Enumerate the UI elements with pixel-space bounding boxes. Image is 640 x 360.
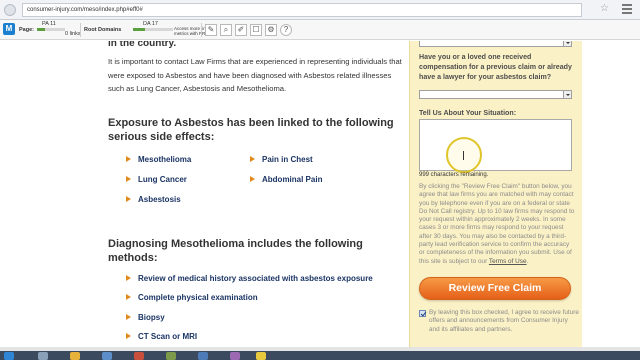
- text-cursor-icon: [463, 151, 464, 160]
- arrow-icon: [250, 176, 255, 182]
- page-links: 0 links: [65, 31, 81, 37]
- chevron-down-icon: [563, 41, 571, 46]
- edit-icon[interactable]: ✐: [235, 24, 247, 36]
- lead-heading: in the country.: [108, 41, 177, 49]
- page-authority-bar: [37, 28, 65, 31]
- terms-link[interactable]: Terms of Use: [489, 258, 527, 265]
- arrow-icon: [126, 196, 131, 202]
- cursor-highlight: [446, 137, 482, 173]
- legal-disclaimer: By clicking the "Review Free Claim" butt…: [419, 183, 575, 265]
- side-effects-heading: Exposure to Asbestos has been linked to …: [108, 117, 394, 143]
- star-icon[interactable]: ☆: [600, 3, 609, 14]
- domain-authority-bar: [133, 28, 173, 31]
- side-effect-item[interactable]: Pain in Chest: [250, 155, 313, 164]
- start-icon[interactable]: [4, 352, 14, 360]
- taskbar-app-icon[interactable]: [102, 352, 112, 360]
- claim-form: Have you or a loved one received compens…: [409, 41, 582, 350]
- page-label: Page:: [19, 27, 34, 33]
- arrow-icon: [126, 314, 131, 320]
- check-icon[interactable]: ☐: [250, 24, 262, 36]
- taskbar-app-icon[interactable]: [166, 352, 176, 360]
- taskbar-app-icon[interactable]: [198, 352, 208, 360]
- address-bar: consumer-injury.com/meso/index.php#eff0#…: [0, 0, 640, 20]
- taskbar: [0, 351, 640, 360]
- menu-icon[interactable]: [622, 4, 632, 14]
- previous-comp-select[interactable]: [419, 90, 572, 99]
- method-item[interactable]: Biopsy: [126, 313, 165, 322]
- method-item[interactable]: Review of medical history associated wit…: [126, 274, 373, 283]
- url-field[interactable]: consumer-injury.com/meso/index.php#eff0#: [22, 3, 582, 17]
- intro-paragraph: It is important to contact Law Firms tha…: [108, 57, 402, 93]
- arrow-icon: [126, 275, 131, 281]
- seo-toolbar: M Page: PA 11 0 links Root Domains DA 17…: [0, 20, 640, 40]
- arrow-icon: [126, 294, 131, 300]
- seo-logo-icon[interactable]: M: [3, 23, 15, 35]
- page-content: in the country. It is important to conta…: [0, 41, 640, 350]
- taskbar-app-icon[interactable]: [70, 352, 80, 360]
- chevron-down-icon: [563, 91, 571, 98]
- optin-text: By leaving this box checked, I agree to …: [429, 309, 579, 333]
- back-icon[interactable]: [4, 4, 16, 16]
- taskbar-app-icon[interactable]: [256, 352, 266, 360]
- diagnosis-heading: Diagnosing Mesothelioma includes the fol…: [108, 238, 363, 264]
- arrow-icon: [250, 156, 255, 162]
- taskbar-app-icon[interactable]: [230, 352, 240, 360]
- taskbar-app-icon[interactable]: [134, 352, 144, 360]
- situation-textarea[interactable]: [419, 119, 572, 173]
- search-icon[interactable]: ⌕: [220, 24, 232, 36]
- optin-checkbox[interactable]: [419, 310, 426, 317]
- settings-icon[interactable]: ⚙: [265, 24, 277, 36]
- page-authority: PA 11: [42, 21, 56, 27]
- taskbar-app-icon[interactable]: [38, 352, 48, 360]
- root-domains-label: Root Domains: [84, 27, 122, 33]
- side-effect-item[interactable]: Lung Cancer: [126, 175, 187, 184]
- review-free-claim-button[interactable]: Review Free Claim: [419, 277, 571, 300]
- method-item[interactable]: CT Scan or MRI: [126, 332, 197, 341]
- chars-remaining: 999 characters remaining.: [419, 172, 489, 178]
- help-icon[interactable]: ?: [280, 24, 292, 36]
- arrow-icon: [126, 333, 131, 339]
- side-effect-item[interactable]: Abdominal Pain: [250, 175, 322, 184]
- side-effect-item[interactable]: Asbestosis: [126, 195, 181, 204]
- situation-label: Tell Us About Your Situation:: [419, 109, 517, 117]
- side-effect-item[interactable]: Mesothelioma: [126, 155, 191, 164]
- previous-select[interactable]: [419, 41, 572, 47]
- previous-comp-question: Have you or a loved one received compens…: [419, 53, 572, 81]
- arrow-icon: [126, 156, 131, 162]
- method-item[interactable]: Complete physical examination: [126, 293, 258, 302]
- arrow-icon: [126, 176, 131, 182]
- highlight-icon[interactable]: ✎: [205, 24, 217, 36]
- domain-authority: DA 17: [143, 21, 158, 27]
